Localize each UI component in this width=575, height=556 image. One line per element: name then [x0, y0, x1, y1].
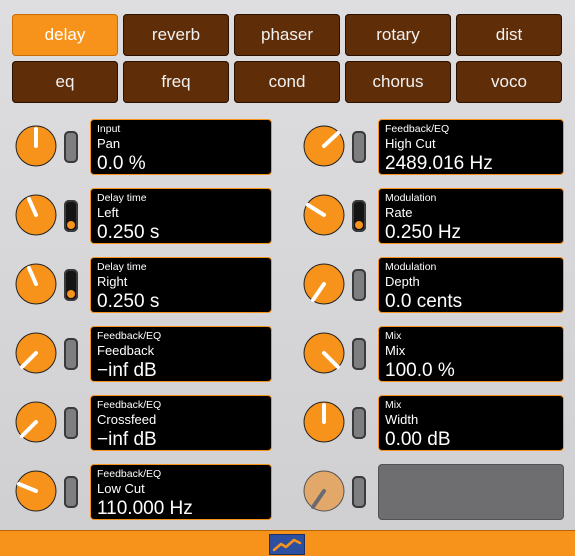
depth-value: 0.0 cents — [385, 291, 463, 312]
feedback-value: −inf dB — [97, 360, 157, 381]
tab-chorus[interactable]: chorus — [345, 61, 451, 103]
rate-switch[interactable] — [352, 200, 366, 232]
delay-left-display[interactable]: Delay time Left 0.250 s — [90, 188, 272, 244]
depth-name: Depth — [385, 274, 420, 289]
delay-left-knob[interactable] — [14, 193, 58, 237]
feedback-switch[interactable] — [64, 338, 78, 370]
high-cut-knob[interactable] — [302, 124, 346, 168]
tab-reverb[interactable]: reverb — [123, 14, 229, 56]
low-cut-knob[interactable] — [14, 469, 58, 513]
high-cut-name: High Cut — [385, 136, 436, 151]
feedback-name: Feedback — [97, 343, 155, 358]
pan-modulation-switch[interactable] — [64, 131, 78, 163]
delay-left-value: 0.250 s — [97, 222, 160, 243]
rate-category: Modulation — [385, 192, 437, 204]
low-cut-name: Low Cut — [97, 481, 145, 496]
low-cut-value: 110.000 Hz — [97, 498, 193, 519]
pan-name: Pan — [97, 136, 121, 151]
param-row-pan: Input Pan 0.0 % — [14, 119, 274, 177]
rate-display[interactable]: Modulation Rate 0.250 Hz — [378, 188, 564, 244]
crossfeed-display[interactable]: Feedback/EQ Crossfeed −inf dB — [90, 395, 272, 451]
crossfeed-switch[interactable] — [64, 407, 78, 439]
crossfeed-value: −inf dB — [97, 429, 157, 450]
width-name: Width — [385, 412, 419, 427]
rate-knob[interactable] — [302, 193, 346, 237]
effect-tabs: delay reverb phaser rotary dist eq freq … — [12, 14, 563, 103]
depth-switch[interactable] — [352, 269, 366, 301]
feedback-knob[interactable] — [14, 331, 58, 375]
feedback-display[interactable]: Feedback/EQ Feedback −inf dB — [90, 326, 272, 382]
delay-left-category: Delay time — [97, 192, 147, 204]
low-cut-switch[interactable] — [64, 476, 78, 508]
graph-logo-icon[interactable] — [269, 534, 305, 555]
param-row-depth: Modulation Depth 0.0 cents — [302, 257, 564, 315]
width-category: Mix — [385, 399, 402, 411]
param-row-delay-right: Delay time Right 0.250 s — [14, 257, 274, 315]
tab-dist[interactable]: dist — [456, 14, 562, 56]
param-row-low-cut: Feedback/EQ Low Cut 110.000 Hz — [14, 464, 274, 522]
delay-right-display[interactable]: Delay time Right 0.250 s — [90, 257, 272, 313]
width-knob[interactable] — [302, 400, 346, 444]
feedback-category: Feedback/EQ — [97, 330, 162, 342]
high-cut-category: Feedback/EQ — [385, 123, 450, 135]
rate-name: Rate — [385, 205, 413, 220]
delay-right-knob[interactable] — [14, 262, 58, 306]
rate-value: 0.250 Hz — [385, 222, 462, 243]
pan-knob[interactable] — [14, 124, 58, 168]
tab-rotary[interactable]: rotary — [345, 14, 451, 56]
width-display[interactable]: Mix Width 0.00 dB — [378, 395, 564, 451]
param-row-mix: Mix Mix 100.0 % — [302, 326, 564, 384]
depth-knob[interactable] — [302, 262, 346, 306]
depth-category: Modulation — [385, 261, 437, 273]
tab-phaser[interactable]: phaser — [234, 14, 340, 56]
delay-left-switch[interactable] — [64, 200, 78, 232]
delay-right-category: Delay time — [97, 261, 147, 273]
empty-display — [378, 464, 564, 520]
param-row-rate: Modulation Rate 0.250 Hz — [302, 188, 564, 246]
mix-category: Mix — [385, 330, 402, 342]
mix-name: Mix — [385, 343, 406, 358]
tab-cond[interactable]: cond — [234, 61, 340, 103]
crossfeed-name: Crossfeed — [97, 412, 157, 427]
param-row-feedback: Feedback/EQ Feedback −inf dB — [14, 326, 274, 384]
low-cut-display[interactable]: Feedback/EQ Low Cut 110.000 Hz — [90, 464, 272, 520]
mix-value: 100.0 % — [385, 360, 455, 381]
high-cut-value: 2489.016 Hz — [385, 153, 493, 174]
param-row-delay-left: Delay time Left 0.250 s — [14, 188, 274, 246]
tab-eq[interactable]: eq — [12, 61, 118, 103]
switch-indicator — [67, 221, 75, 229]
delay-right-switch[interactable] — [64, 269, 78, 301]
param-row-empty — [302, 464, 564, 522]
pan-value: 0.0 % — [97, 153, 146, 174]
tab-voco[interactable]: voco — [456, 61, 562, 103]
tab-freq[interactable]: freq — [123, 61, 229, 103]
switch-indicator — [355, 221, 363, 229]
footer-bar — [0, 530, 575, 556]
param-row-high-cut: Feedback/EQ High Cut 2489.016 Hz — [302, 119, 564, 177]
mix-display[interactable]: Mix Mix 100.0 % — [378, 326, 564, 382]
pan-display[interactable]: Input Pan 0.0 % — [90, 119, 272, 175]
high-cut-display[interactable]: Feedback/EQ High Cut 2489.016 Hz — [378, 119, 564, 175]
crossfeed-category: Feedback/EQ — [97, 399, 162, 411]
delay-right-value: 0.250 s — [97, 291, 160, 312]
delay-right-name: Right — [97, 274, 128, 289]
pan-category: Input — [97, 123, 121, 135]
mix-switch[interactable] — [352, 338, 366, 370]
switch-indicator — [67, 290, 75, 298]
width-value: 0.00 dB — [385, 429, 451, 450]
width-switch[interactable] — [352, 407, 366, 439]
plugin-window: delay reverb phaser rotary dist eq freq … — [0, 0, 575, 556]
delay-left-name: Left — [97, 205, 119, 220]
mix-knob[interactable] — [302, 331, 346, 375]
low-cut-category: Feedback/EQ — [97, 468, 162, 480]
crossfeed-knob[interactable] — [14, 400, 58, 444]
disabled-knob — [303, 470, 345, 512]
high-cut-switch[interactable] — [352, 131, 366, 163]
tab-delay[interactable]: delay — [12, 14, 118, 56]
disabled-switch — [352, 476, 366, 508]
param-row-width: Mix Width 0.00 dB — [302, 395, 564, 453]
depth-display[interactable]: Modulation Depth 0.0 cents — [378, 257, 564, 313]
param-row-crossfeed: Feedback/EQ Crossfeed −inf dB — [14, 395, 274, 453]
